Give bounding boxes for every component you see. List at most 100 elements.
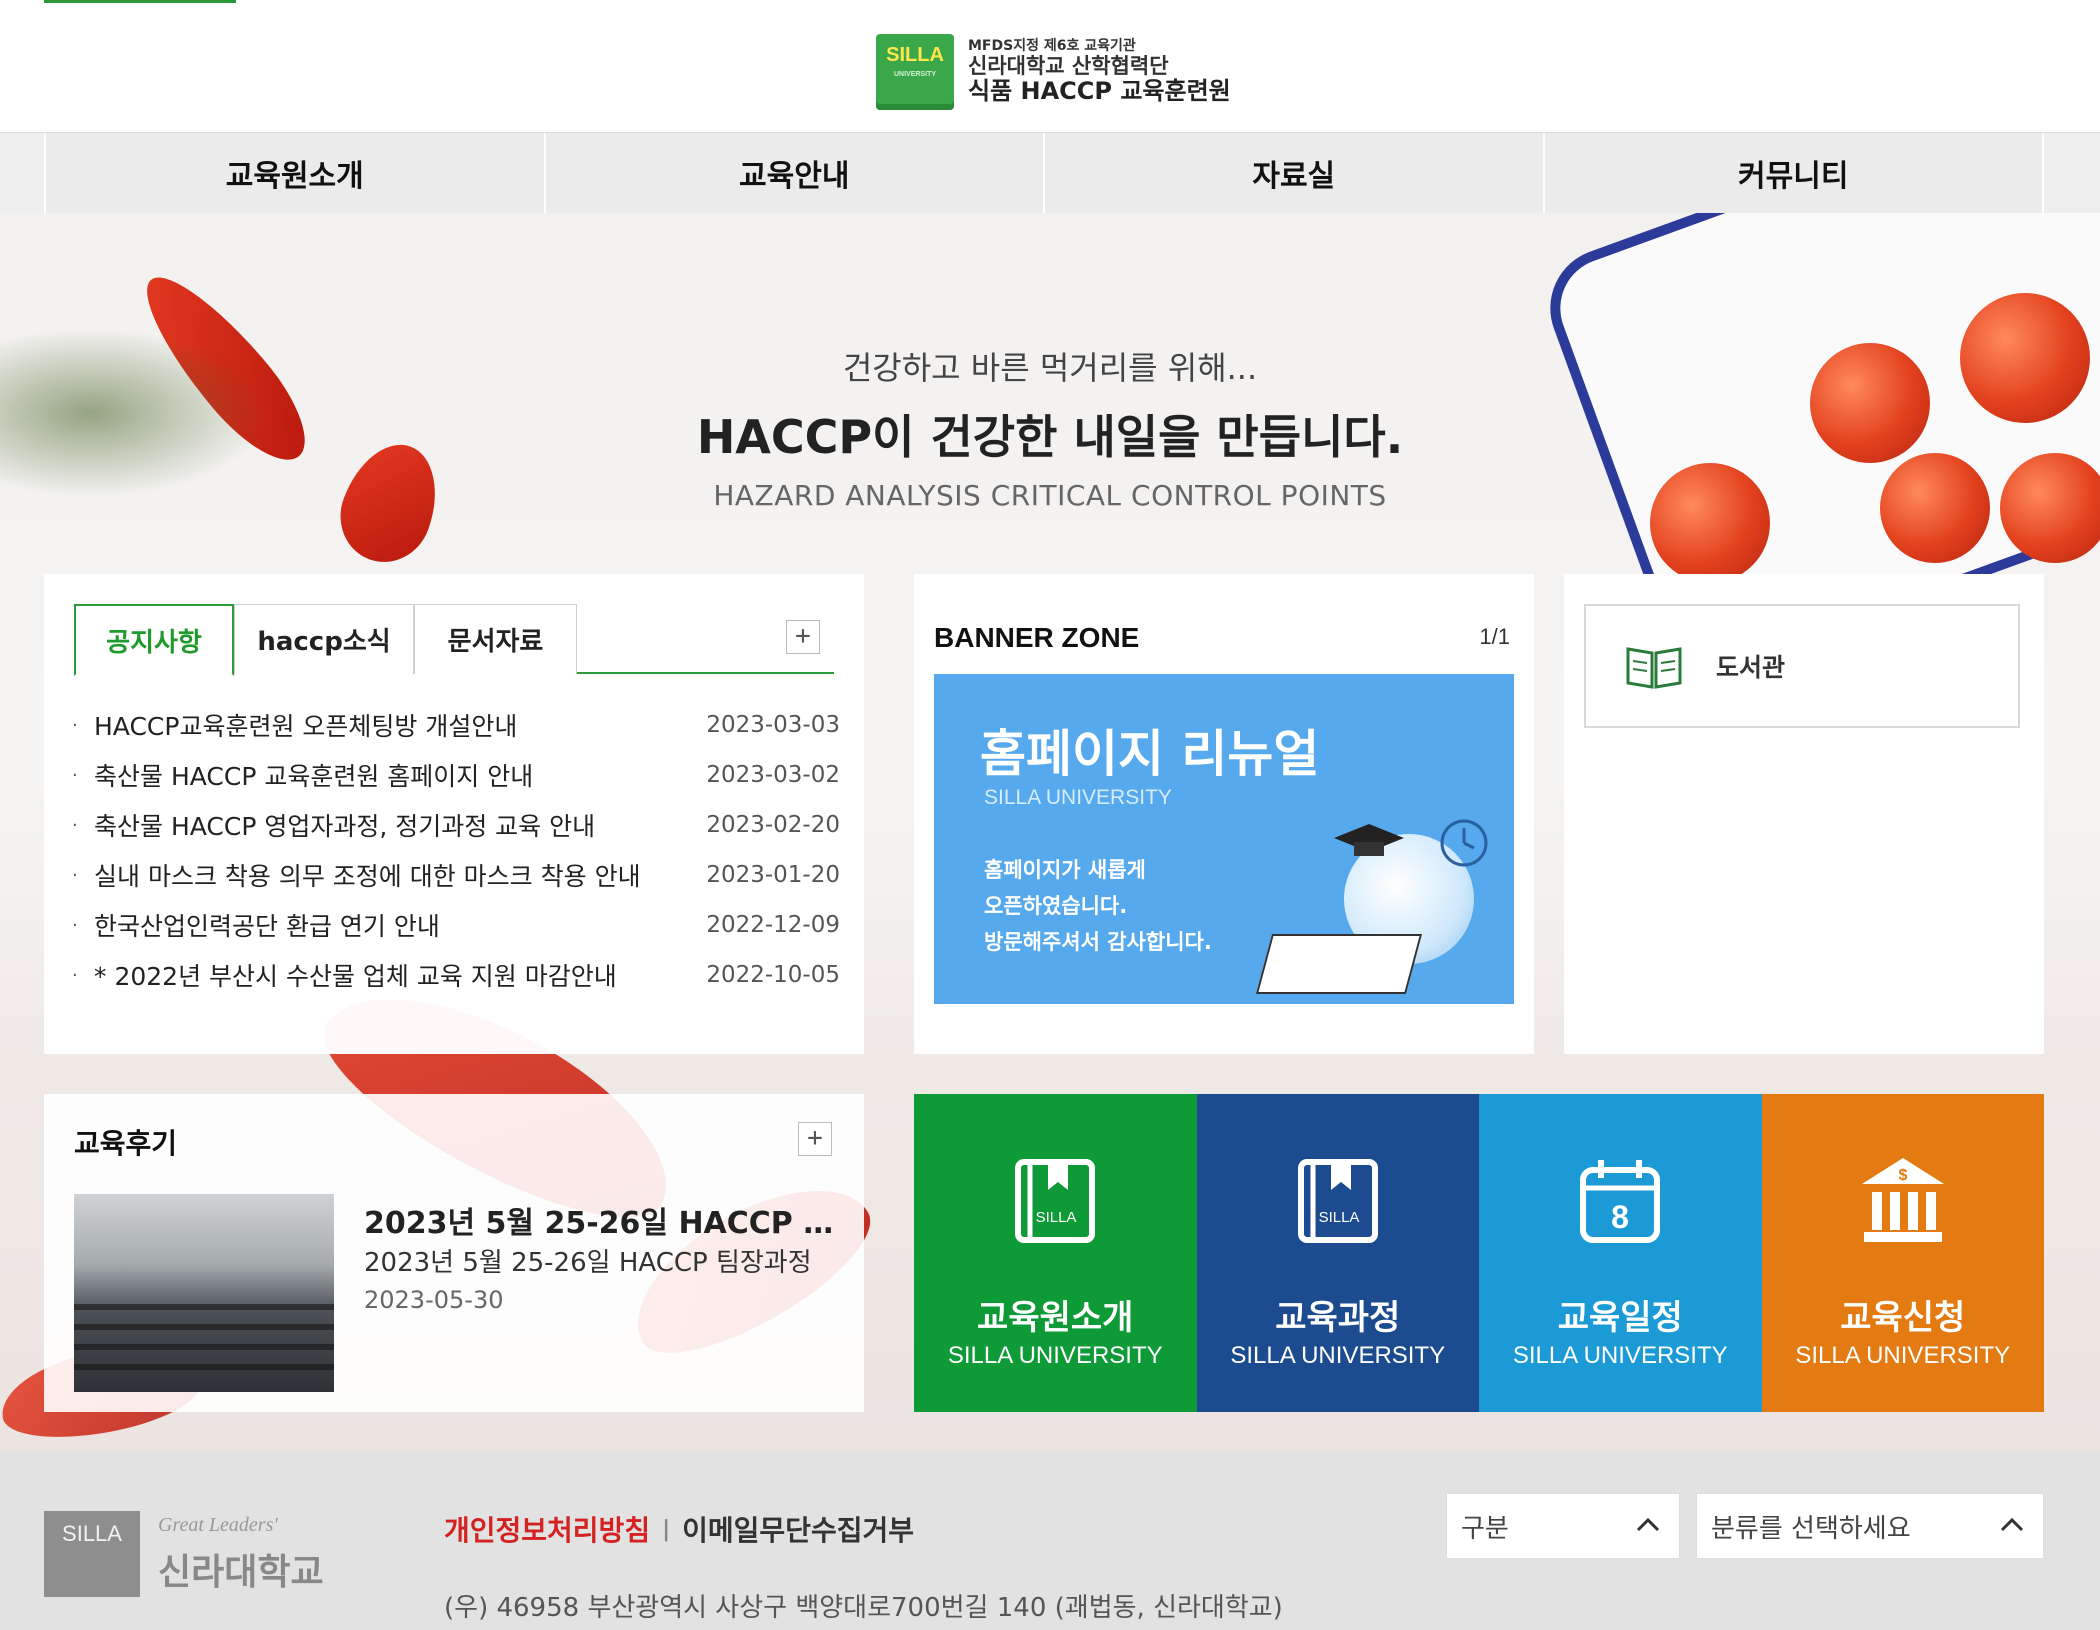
notice-title[interactable]: 축산물 HACCP 교육훈련원 홈페이지 안내 xyxy=(94,757,700,793)
notice-title[interactable]: HACCP교육훈련원 오픈체팅방 개설안내 xyxy=(94,707,700,743)
graduation-cap-icon xyxy=(1334,824,1404,856)
category-select-value: 구분 xyxy=(1461,1513,1509,1544)
category-select[interactable]: 구분 xyxy=(1446,1493,1680,1559)
logo-line-2: 신라대학교 산학협력단 xyxy=(968,54,1169,79)
review-thumbnail[interactable] xyxy=(74,1194,334,1392)
quick-link-title: 교육일정 xyxy=(1557,1298,1683,1338)
quick-link-title: 교육과정 xyxy=(1275,1298,1401,1338)
logo-badge-text: SILLA xyxy=(886,44,944,66)
review-section-title: 교육후기 xyxy=(74,1127,178,1160)
tab-haccp-news[interactable]: haccp소식 xyxy=(234,604,414,674)
accent-strip xyxy=(44,0,236,3)
logo-line-1: MFDS지정 제6호 교육기관 xyxy=(968,38,1136,55)
svg-text:$: $ xyxy=(1898,1167,1907,1184)
main-nav: 교육원소개 교육안내 자료실 커뮤니티 xyxy=(0,133,2100,213)
open-book-icon xyxy=(1626,647,1682,689)
notice-more-button[interactable]: + xyxy=(786,620,820,654)
hero-line-1: 건강하고 바른 먹거리를 위해... xyxy=(842,349,1258,387)
list-item[interactable]: · 축산물 HACCP 교육훈련원 홈페이지 안내 2023-03-02 xyxy=(72,750,840,800)
hero-line-3: HAZARD ANALYSIS CRITICAL CONTROL POINTS xyxy=(713,479,1387,512)
nav-item-community[interactable]: 커뮤니티 xyxy=(1542,133,2044,213)
quick-link-about[interactable]: SILLA 교육원소개 SILLA UNIVERSITY xyxy=(914,1094,1197,1412)
nav-item-resources[interactable]: 자료실 xyxy=(1043,133,1543,213)
tab-notice[interactable]: 공지사항 xyxy=(74,604,234,676)
list-item[interactable]: · 축산물 HACCP 영업자과정, 정기과정 교육 안내 2023-02-20 xyxy=(72,800,840,850)
banner-university: SILLA UNIVERSITY xyxy=(984,786,1172,809)
notice-tabs: 공지사항 haccp소식 문서자료 + xyxy=(74,604,834,676)
banner-zone: BANNER ZONE 1/1 홈페이지 리뉴얼 SILLA UNIVERSIT… xyxy=(914,574,1534,1054)
book-bookmark-icon: SILLA xyxy=(1297,1159,1378,1243)
notice-title[interactable]: 축산물 HACCP 영업자과정, 정기과정 교육 안내 xyxy=(94,807,700,843)
banner-counter: 1/1 xyxy=(1479,624,1510,649)
nav-item-education[interactable]: 교육안내 xyxy=(543,133,1043,213)
notice-list: · HACCP교육훈련원 오픈체팅방 개설안내 2023-03-03 · 축산물… xyxy=(72,700,840,1000)
bank-dollar-icon: $ xyxy=(1861,1158,1944,1242)
bullet-icon: · xyxy=(72,814,78,836)
banner-zone-title: BANNER ZONE xyxy=(934,622,1140,653)
banner-heading: 홈페이지 리뉴얼 xyxy=(980,725,1320,783)
calendar-icon: 8 xyxy=(1580,1160,1661,1243)
book-bookmark-icon: SILLA xyxy=(1015,1159,1096,1243)
hero-slogan: 건강하고 바른 먹거리를 위해... HACCP이 건강한 내일을 만듭니다. … xyxy=(0,343,2100,512)
list-item[interactable]: · HACCP교육훈련원 오픈체팅방 개설안내 2023-03-03 xyxy=(72,700,840,750)
bullet-icon: · xyxy=(72,914,78,936)
quick-links: SILLA 교육원소개 SILLA UNIVERSITY SILLA 교육과정 … xyxy=(914,1094,2044,1412)
nav-item-about[interactable]: 교육원소개 xyxy=(44,133,544,213)
classification-select[interactable]: 분류를 선택하세요 xyxy=(1696,1493,2044,1559)
quick-link-schedule[interactable]: 8 교육일정 SILLA UNIVERSITY xyxy=(1479,1094,1762,1412)
footer-address: (우) 46958 부산광역시 사상구 백양대로700번길 140 (괘법동, … xyxy=(444,1593,1283,1623)
notice-title[interactable]: 실내 마스크 착용 의무 조정에 대한 마스크 착용 안내 xyxy=(94,857,700,893)
bullet-icon: · xyxy=(72,764,78,786)
notice-panel: 공지사항 haccp소식 문서자료 + · HACCP교육훈련원 오픈체팅방 개… xyxy=(44,574,864,1054)
svg-text:8: 8 xyxy=(1611,1199,1629,1235)
tab-documents[interactable]: 문서자료 xyxy=(414,604,577,674)
clock-icon xyxy=(1440,819,1488,867)
review-post-title[interactable]: 2023년 5월 25-26일 HACCP 팀장과정 xyxy=(364,1198,834,1242)
footer-tagline: Great Leaders' xyxy=(158,1513,278,1536)
quick-link-apply[interactable]: $ 교육신청 SILLA UNIVERSITY xyxy=(1761,1094,2044,1412)
site-logo[interactable]: SILLA UNIVERSITY MFDS지정 제6호 교육기관 신라대학교 산… xyxy=(876,34,1231,110)
library-label: 도서관 xyxy=(1716,653,1786,682)
review-more-button[interactable]: + xyxy=(798,1122,832,1156)
notice-title[interactable]: 한국산업인력공단 환급 연기 안내 xyxy=(94,907,700,943)
chevron-up-icon xyxy=(1636,1517,1660,1532)
banner-slide[interactable]: 홈페이지 리뉴얼 SILLA UNIVERSITY 홈페이지가 새롭게 오픈하였… xyxy=(934,674,1514,1004)
quick-link-title: 교육신청 xyxy=(1840,1298,1966,1338)
notice-date: 2023-02-20 xyxy=(706,812,840,838)
notice-title[interactable]: * 2022년 부산시 수산물 업체 교육 지원 마감안내 xyxy=(94,957,700,993)
svg-text:SILLA: SILLA xyxy=(1036,1209,1077,1226)
footer-tag: Great Leaders' 신라대학교 xyxy=(158,1514,324,1595)
review-panel: 교육후기 + 2023년 5월 25-26일 HACCP 팀장과정 2023년 … xyxy=(44,1094,864,1412)
chevron-up-icon xyxy=(2000,1517,2024,1532)
logo-badge: SILLA UNIVERSITY xyxy=(876,34,954,110)
list-item[interactable]: · 실내 마스크 착용 의무 조정에 대한 마스크 착용 안내 2023-01-… xyxy=(72,850,840,900)
logo-line-3: 식품 HACCP 교육훈련원 xyxy=(968,77,1231,106)
hero-line-2: HACCP이 건강한 내일을 만듭니다. xyxy=(696,410,1404,464)
quick-link-sub: SILLA UNIVERSITY xyxy=(1230,1342,1446,1369)
logo-text: MFDS지정 제6호 교육기관 신라대학교 산학협력단 식품 HACCP 교육훈… xyxy=(968,38,1231,106)
quick-link-courses[interactable]: SILLA 교육과정 SILLA UNIVERSITY xyxy=(1196,1094,1479,1412)
footer-separator: | xyxy=(662,1516,671,1542)
quick-link-sub: SILLA UNIVERSITY xyxy=(947,1342,1163,1369)
quick-link-sub: SILLA UNIVERSITY xyxy=(1512,1342,1728,1369)
footer-university-name: 신라대학교 xyxy=(158,1551,324,1593)
bullet-icon: · xyxy=(72,714,78,736)
list-item[interactable]: · 한국산업인력공단 환급 연기 안내 2022-12-09 xyxy=(72,900,840,950)
list-item[interactable]: · * 2022년 부산시 수산물 업체 교육 지원 마감안내 2022-10-… xyxy=(72,950,840,1000)
email-refuse-link[interactable]: 이메일무단수집거부 xyxy=(682,1509,914,1549)
footer-logo[interactable]: SILLA Great Leaders' 신라대학교 xyxy=(44,1511,324,1597)
library-panel: 도서관 xyxy=(1564,574,2044,1054)
library-link[interactable]: 도서관 xyxy=(1584,604,2020,728)
review-post-summary: 2023년 5월 25-26일 HACCP 팀장과정 xyxy=(364,1248,812,1278)
banner-message: 홈페이지가 새롭게 오픈하였습니다. 방문해주셔서 감사합니다. xyxy=(984,858,1212,954)
footer-badge: SILLA xyxy=(44,1511,140,1597)
logo-badge-sub: UNIVERSITY xyxy=(893,71,936,78)
review-post-date: 2023-05-30 xyxy=(364,1286,504,1314)
notice-date: 2023-03-02 xyxy=(706,762,840,788)
bullet-icon: · xyxy=(72,964,78,986)
footer-links: 개인정보처리방침 | 이메일무단수집거부 xyxy=(444,1509,914,1549)
notice-date: 2022-12-09 xyxy=(706,912,840,938)
book-icon xyxy=(1255,934,1423,994)
quick-link-sub: SILLA UNIVERSITY xyxy=(1795,1342,2011,1369)
privacy-policy-link[interactable]: 개인정보처리방침 xyxy=(444,1509,650,1549)
